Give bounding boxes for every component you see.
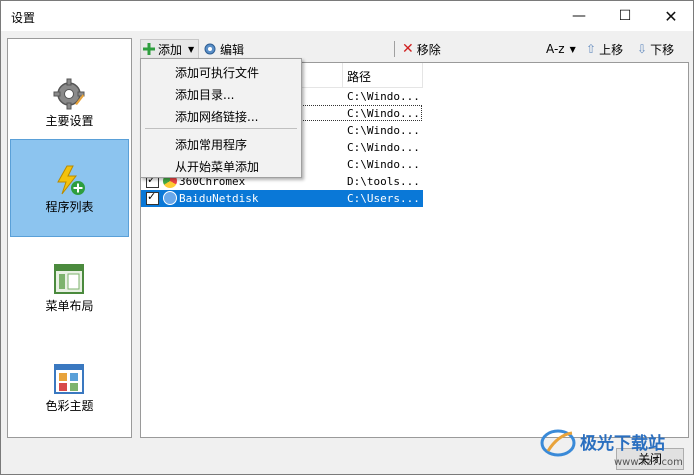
arrow-down-icon: ⇩ (637, 42, 648, 56)
nav-item-label: 色彩主题 (45, 399, 94, 413)
remove-x-icon: ✕ (402, 41, 414, 57)
gear-icon (53, 78, 85, 110)
settings-nav: 主要设置 程序列表 菜单布局 色彩主题 (7, 38, 132, 438)
chevron-down-icon: ▼ (188, 44, 195, 54)
nav-item-color-theme[interactable]: 色彩主题 (10, 339, 129, 437)
maximize-button[interactable]: ☐ (602, 1, 648, 31)
nav-item-main-settings[interactable]: 主要设置 (10, 54, 129, 152)
watermark-logo: 极光下载站 www.xz7.com (540, 429, 683, 468)
window-title: 设置 (11, 11, 36, 25)
edit-button[interactable]: 编辑 (203, 40, 244, 58)
row-path: C:\Windo... (347, 141, 420, 154)
menu-item-add-web-link[interactable]: 添加网络链接... (175, 108, 258, 125)
plus-icon (143, 43, 155, 55)
remove-button[interactable]: ✕ 移除 (402, 40, 441, 58)
sort-label: A-z (546, 42, 565, 56)
edit-gear-icon (204, 43, 216, 55)
row-path: C:\Windo... (347, 158, 420, 171)
remove-button-label: 移除 (416, 42, 441, 57)
title-bar: 设置 — ☐ ✕ (1, 1, 693, 31)
row-path: D:\tools... (347, 175, 420, 188)
row-path: C:\Windo... (347, 124, 420, 137)
row-checkbox[interactable] (146, 190, 159, 205)
cloud-icon (163, 191, 177, 205)
move-up-button[interactable]: ⇧ 上移 (586, 40, 623, 58)
sort-dropdown[interactable]: A-z ▼ (546, 40, 576, 58)
move-down-button[interactable]: ⇩ 下移 (637, 40, 674, 58)
menu-item-add-executable[interactable]: 添加可执行文件 (175, 64, 259, 81)
nav-item-label: 程序列表 (45, 200, 94, 214)
row-path: C:\Users... (347, 192, 420, 205)
column-header-path[interactable]: 路径 (347, 68, 371, 85)
lightning-add-icon (57, 165, 85, 195)
move-down-label: 下移 (650, 42, 675, 57)
row-path: C:\Windo... (347, 90, 420, 103)
nav-item-label: 主要设置 (45, 114, 94, 128)
minimize-button[interactable]: — (556, 1, 602, 31)
nav-item-program-list[interactable]: 程序列表 (10, 139, 129, 237)
row-name: BaiduNetdisk (179, 192, 259, 205)
toolbar: 添加 ▼ 编辑 ✕ 移除 A-z ▼ ⇧ 上移 ⇩ 下移 (140, 38, 690, 60)
menu-item-add-from-start-menu[interactable]: 从开始菜单添加 (175, 158, 259, 175)
column-divider[interactable] (342, 63, 343, 87)
menu-separator (145, 128, 297, 129)
add-button-label: 添加 (158, 42, 183, 57)
close-window-button[interactable]: ✕ (648, 1, 694, 31)
arrow-up-icon: ⇧ (586, 42, 597, 56)
menu-item-add-common-program[interactable]: 添加常用程序 (175, 136, 247, 153)
layout-icon (54, 264, 84, 294)
column-divider[interactable] (422, 63, 423, 87)
chevron-down-icon: ▼ (569, 44, 576, 54)
nav-item-label: 菜单布局 (45, 299, 94, 313)
edit-button-label: 编辑 (220, 42, 245, 57)
menu-item-add-directory[interactable]: 添加目录... (175, 86, 234, 103)
add-dropdown-menu: 添加可执行文件 添加目录... 添加网络链接... 添加常用程序 从开始菜单添加 (140, 58, 302, 178)
toolbar-separator (394, 41, 395, 57)
table-row-selected[interactable]: BaiduNetdisk C:\Users... (141, 190, 423, 207)
move-up-label: 上移 (599, 42, 624, 57)
add-button[interactable]: 添加 ▼ (140, 39, 200, 59)
palette-icon (54, 364, 84, 394)
nav-item-menu-layout[interactable]: 菜单布局 (10, 239, 129, 337)
watermark-url: www.xz7.com (614, 457, 683, 468)
watermark-text: 极光下载站 (580, 433, 665, 454)
